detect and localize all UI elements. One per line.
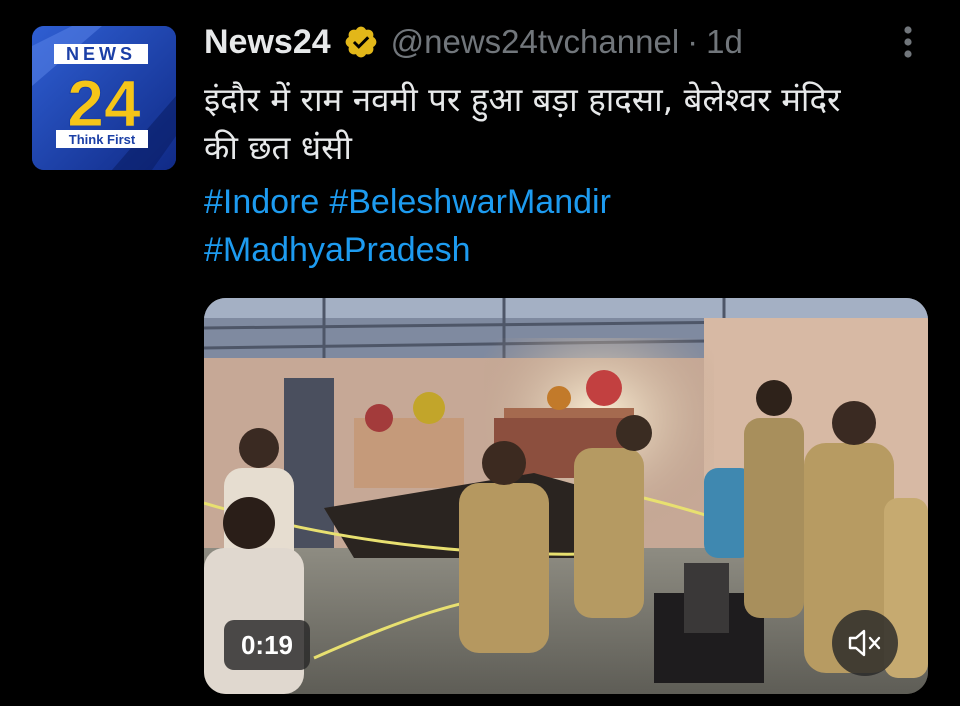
avatar[interactable]: NEWS 24 Think First [32, 26, 176, 170]
logo-tagline: Think First [69, 132, 136, 147]
video-player[interactable]: 0:19 [204, 298, 928, 694]
hashtag-link[interactable]: #Indore [204, 183, 319, 221]
tweet-text-line: इंदौर में राम नवमी पर हुआ बड़ा हादसा, बे… [204, 80, 841, 119]
verified-badge-icon[interactable] [343, 24, 379, 60]
video-thumbnail [204, 298, 928, 694]
logo-number: 24 [67, 66, 141, 140]
author-name[interactable]: News24 [204, 23, 331, 62]
timestamp[interactable]: 1d [706, 23, 743, 61]
video-duration: 0:19 [224, 620, 310, 670]
hashtag-link[interactable]: #BeleshwarMandir [329, 183, 611, 221]
logo-news-text: NEWS [66, 44, 136, 64]
hashtag-list: #Indore #BeleshwarMandir #MadhyaPradesh [204, 178, 934, 274]
hashtag-link[interactable]: #MadhyaPradesh [204, 231, 471, 269]
news24-logo: NEWS 24 Think First [32, 26, 176, 170]
tweet-header: News24 @news24tvchannel · 1d [204, 20, 743, 64]
tweet-text-line: की छत धंसी [204, 128, 352, 167]
author-handle[interactable]: @news24tvchannel [391, 23, 680, 61]
separator-dot: · [687, 23, 699, 60]
mute-toggle-icon[interactable] [832, 610, 898, 676]
more-options-icon[interactable] [888, 22, 928, 62]
tweet-text: इंदौर में राम नवमी पर हुआ बड़ा हादसा, बे… [204, 76, 934, 172]
